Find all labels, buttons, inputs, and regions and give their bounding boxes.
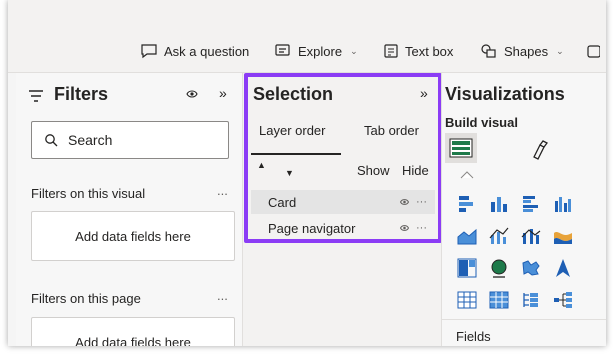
eye-icon[interactable] bbox=[399, 198, 410, 206]
explore-label: Explore bbox=[298, 43, 343, 59]
explore-button[interactable]: Explore ⌄ bbox=[274, 40, 358, 62]
shapes-button[interactable]: Shapes ⌄ bbox=[480, 40, 564, 62]
eye-icon[interactable] bbox=[399, 224, 410, 232]
decomposition-tree-icon[interactable] bbox=[552, 289, 574, 311]
line-column-icon[interactable] bbox=[488, 225, 510, 247]
add-fields-visual-dropzone[interactable]: Add data fields here bbox=[31, 211, 235, 261]
shapes-icon bbox=[481, 44, 496, 58]
explore-icon bbox=[275, 44, 290, 56]
add-fields-page-dropzone[interactable]: Add data fields here bbox=[31, 317, 235, 346]
divider bbox=[442, 319, 606, 320]
stacked-bar-icon[interactable] bbox=[456, 193, 478, 215]
clustered-column-icon[interactable] bbox=[552, 193, 574, 215]
shapes-label: Shapes bbox=[504, 43, 549, 59]
eye-icon[interactable] bbox=[186, 89, 198, 99]
collapse-pane-icon[interactable]: » bbox=[219, 85, 227, 101]
layer-name: Card bbox=[268, 194, 297, 210]
globe-map-icon[interactable] bbox=[488, 257, 510, 279]
show-button[interactable]: Show bbox=[357, 163, 390, 178]
build-visual-label: Build visual bbox=[445, 115, 518, 130]
fields-label: Fields bbox=[456, 329, 491, 344]
tab-tab-order[interactable]: Tab order bbox=[364, 123, 419, 138]
build-visual-tab[interactable] bbox=[445, 133, 477, 163]
speech-bubble-icon bbox=[141, 44, 157, 59]
more-options-icon[interactable]: ··· bbox=[416, 196, 427, 208]
visualizations-pane: Visualizations Build visual Fields bbox=[441, 73, 606, 346]
ribbon-chart-icon[interactable] bbox=[520, 225, 542, 247]
matrix-icon[interactable] bbox=[488, 289, 510, 311]
ribbon: Ask a question Explore ⌄ Text box Shapes… bbox=[8, 0, 606, 73]
filters-pane: Filters » Search Filters on this visual … bbox=[16, 73, 243, 346]
filters-title: Filters bbox=[54, 84, 109, 104]
active-tab-indicator bbox=[251, 153, 341, 155]
chevron-down-icon: ⌄ bbox=[556, 45, 564, 56]
selection-title: Selection bbox=[253, 84, 334, 104]
text-box-label: Text box bbox=[405, 43, 454, 59]
chevron-down-icon: ⌄ bbox=[350, 45, 358, 56]
waterfall-icon[interactable] bbox=[552, 225, 574, 247]
ask-question-button[interactable]: Ask a question bbox=[140, 40, 249, 62]
area-chart-icon[interactable] bbox=[456, 225, 478, 247]
layer-item[interactable]: Card ··· bbox=[251, 190, 435, 214]
filled-map-icon[interactable] bbox=[520, 257, 542, 279]
format-visual-icon[interactable] bbox=[530, 139, 552, 161]
treemap-icon[interactable] bbox=[456, 257, 478, 279]
stacked-column-icon[interactable] bbox=[488, 193, 510, 215]
tab-layer-order[interactable]: Layer order bbox=[259, 123, 325, 138]
caret-up-icon bbox=[460, 171, 474, 179]
move-up-icon[interactable]: ▲ bbox=[257, 160, 266, 170]
slicer-icon[interactable] bbox=[520, 289, 542, 311]
section-label-visual: Filters on this visual bbox=[31, 186, 146, 201]
filter-icon bbox=[29, 90, 43, 102]
layer-item[interactable]: Page navigator ··· bbox=[251, 216, 435, 240]
table-icon[interactable] bbox=[456, 289, 478, 311]
search-input[interactable]: Search bbox=[31, 121, 229, 159]
fields-grid-icon bbox=[449, 138, 473, 158]
more-options-icon[interactable]: ··· bbox=[416, 222, 427, 234]
power-bi-window: Ask a question Explore ⌄ Text box Shapes… bbox=[8, 0, 606, 346]
visualizations-title: Visualizations bbox=[445, 84, 565, 104]
text-box-button[interactable]: Text box bbox=[383, 40, 453, 62]
text-box-icon bbox=[384, 44, 398, 58]
selection-pane: Selection » Layer order Tab order ▲ ▼ Sh… bbox=[243, 73, 441, 346]
more-options-icon[interactable]: ... bbox=[217, 288, 228, 303]
layer-name: Page navigator bbox=[268, 220, 356, 236]
move-down-icon[interactable]: ▼ bbox=[285, 168, 294, 178]
azure-map-icon[interactable] bbox=[552, 257, 574, 279]
square-icon bbox=[587, 45, 600, 58]
search-placeholder: Search bbox=[68, 132, 113, 148]
hide-button[interactable]: Hide bbox=[402, 163, 429, 178]
section-label-page: Filters on this page bbox=[31, 291, 141, 306]
clustered-bar-icon[interactable] bbox=[520, 193, 542, 215]
more-options-icon[interactable]: ... bbox=[217, 183, 228, 198]
more-ribbon-button[interactable] bbox=[586, 40, 600, 62]
ask-question-label: Ask a question bbox=[164, 43, 250, 59]
search-icon bbox=[45, 134, 58, 147]
collapse-pane-icon[interactable]: » bbox=[420, 85, 428, 101]
